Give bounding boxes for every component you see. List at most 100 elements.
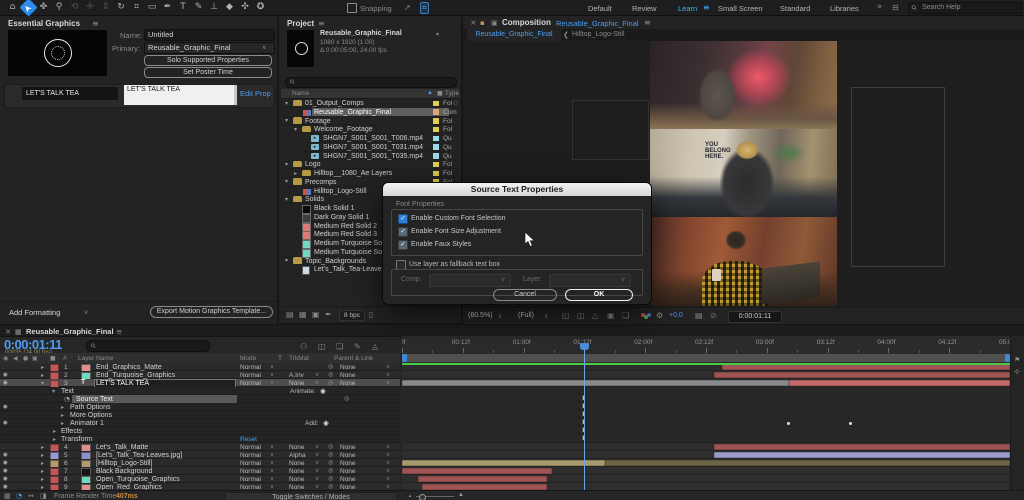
layer-name[interactable]: [Let's_Talk_Tea-Leaves.jpg] [96, 452, 182, 459]
eye-icon[interactable]: ◉ [3, 476, 8, 482]
brainstorm-icon[interactable]: ✎ [354, 342, 361, 351]
timeline-property-row[interactable]: ▾ Text Animate: ◉ [0, 387, 400, 395]
timeline-tab-name[interactable]: Reusable_Graphic_Final [26, 327, 114, 336]
label-color[interactable] [433, 135, 439, 141]
project-row[interactable]: ▾ 01_Output_Comps Fol ⚇ [281, 99, 459, 108]
keyframe-dot[interactable] [787, 421, 791, 425]
preview-time-field[interactable]: 0:00:01:11 [728, 310, 782, 323]
comp-button-icon[interactable]: ✜ [1014, 368, 1020, 376]
zoom-slider-handle[interactable] [419, 493, 426, 500]
type-tool[interactable]: T [177, 1, 190, 14]
show-snapshot-icon[interactable]: ⊘ [710, 311, 717, 320]
project-row[interactable]: ▸ Hilltop__1080_Ae Layers Fol [281, 169, 459, 178]
animator-menu-icon[interactable]: ◉ [320, 387, 326, 395]
draft-3d-icon[interactable]: ◔ [16, 492, 22, 500]
eg-name-input[interactable]: Untitled [144, 29, 275, 41]
dialog-checkbox[interactable]: ✓ [398, 240, 408, 250]
parent-dropdown[interactable]: None [340, 444, 356, 451]
close-icon[interactable]: × [5, 327, 11, 336]
type-column-header[interactable]: Type [445, 90, 459, 97]
pickwhip-icon[interactable]: ◎ [328, 467, 333, 474]
roto-brush-tool[interactable]: ✣ [239, 1, 252, 14]
workspace-tab-learn[interactable]: Learn [678, 4, 697, 13]
layer-duration-bar[interactable] [788, 380, 1010, 386]
expand-icon[interactable]: ▾ [285, 117, 288, 124]
expand-icon[interactable]: ▸ [41, 460, 44, 467]
layer-duration-bar[interactable] [402, 380, 789, 386]
add-formatting-dropdown[interactable]: Add Formatting [9, 308, 60, 317]
project-item-name[interactable]: SHGN7_S001_S001_T006.mp4 [323, 135, 423, 142]
mode-dropdown[interactable]: Normal [240, 380, 261, 387]
label-color[interactable] [433, 161, 439, 168]
workspace-tab-small-screen[interactable]: Small Screen [718, 4, 763, 13]
property-name[interactable]: Path Options [70, 404, 110, 411]
expand-icon[interactable]: ▸ [41, 364, 44, 371]
trkmat-column-header[interactable]: TrkMat [289, 355, 309, 362]
stopwatch-icon[interactable]: ◔ [64, 395, 70, 403]
project-item-name[interactable]: Reusable_Graphic_Final [314, 109, 391, 116]
exposure-gear-icon[interactable]: ⚙ [656, 311, 663, 320]
timeline-property-row[interactable]: ◉ ▸ Animator 1 Add: ◉ [0, 419, 400, 427]
property-name[interactable]: More Options [70, 412, 112, 419]
workspace-tab-standard[interactable]: Standard [780, 4, 810, 13]
new-composition-icon[interactable]: ▣ [312, 310, 320, 319]
pixel-aspect-icon[interactable]: ◫ [577, 311, 585, 320]
expand-icon[interactable]: ▾ [285, 196, 288, 203]
project-item-name[interactable]: Solids [305, 196, 324, 203]
show-channel-icon[interactable] [641, 313, 651, 320]
expand-icon[interactable]: ▸ [41, 372, 44, 379]
mode-dropdown[interactable]: Normal [240, 364, 261, 371]
close-icon[interactable]: × [470, 18, 477, 27]
eye-icon[interactable]: ◉ [3, 452, 8, 458]
mask-visibility-icon[interactable]: ❏ [622, 311, 629, 320]
transparency-grid-icon[interactable]: ▣ [607, 311, 615, 320]
layer-name[interactable]: End_Graphics_Matte [96, 364, 162, 371]
dolly-camera-tool[interactable]: ⇕ [99, 1, 112, 14]
parent-dropdown[interactable]: None [340, 460, 356, 467]
clone-stamp-tool[interactable]: ⊥ [208, 1, 221, 14]
label-color[interactable] [433, 109, 439, 115]
expand-icon[interactable]: ▸ [41, 476, 44, 483]
eraser-tool[interactable]: ◆ [223, 1, 236, 14]
timeline-layer-row[interactable]: ▸ 1 End_Graphics_Matte Normal ∨ ◎ None ∨ [0, 363, 400, 373]
name-column-header[interactable]: Name [292, 90, 309, 97]
exposure-value[interactable]: +0.0 [669, 312, 683, 319]
timeline-layer-row[interactable]: ▸ 4 Let's_Talk_Matte Normal ∨ None ∨ ◎ None ∨ [0, 443, 400, 453]
home-tool[interactable]: ⌂ [6, 1, 19, 14]
mode-dropdown[interactable]: Normal [240, 444, 261, 451]
project-item-name[interactable]: Medium Red Solid 3 [314, 231, 377, 238]
frame-blending-icon[interactable]: ◫ [318, 342, 326, 351]
label-color[interactable] [433, 170, 439, 176]
project-item-name[interactable]: Hilltop_Logo-Still [314, 188, 367, 195]
trkmat-dropdown[interactable]: None [289, 444, 305, 451]
parent-link-column-header[interactable]: Parent & Link [334, 355, 373, 362]
layer-name[interactable]: LET'S TALK TEA [96, 380, 149, 387]
expand-icon[interactable]: ▾ [285, 257, 288, 264]
timeline-layer-row[interactable]: ◉ ▸ 6 [Hilltop_Logo-Still] Normal ∨ None ∨ ◎ None… [0, 459, 400, 469]
label-color[interactable] [433, 144, 439, 150]
zoom-tool[interactable]: ⚲ [53, 1, 66, 14]
dialog-title[interactable]: Source Text Properties [383, 183, 651, 196]
panel-menu-icon[interactable]: ≡ [644, 18, 651, 27]
mode-dropdown[interactable]: Normal [240, 460, 261, 467]
resolution-dropdown[interactable]: (Full) [518, 312, 534, 319]
rotation-tool[interactable]: ↻ [115, 1, 128, 14]
expand-icon[interactable]: ▸ [41, 452, 44, 459]
expand-icon[interactable]: ▾ [41, 380, 44, 387]
layer-name[interactable]: Open_Turquoise_Graphics [96, 476, 180, 483]
panel-toggle-icon[interactable]: ⊟ [892, 3, 899, 12]
workspace-tab-libraries[interactable]: Libraries [830, 4, 859, 13]
parent-dropdown[interactable]: None [340, 476, 356, 483]
playhead-line[interactable] [584, 350, 586, 491]
interpret-footage-icon[interactable]: ▤ [286, 310, 294, 319]
magnification-dropdown[interactable]: (60.5%) [468, 312, 493, 319]
expand-icon[interactable]: ▾ [52, 388, 55, 395]
project-item-name[interactable]: 01_Output_Comps [305, 100, 364, 107]
parent-dropdown[interactable]: None [340, 364, 356, 371]
pickwhip-icon[interactable]: ◎ [328, 379, 333, 386]
playhead-handle[interactable] [579, 343, 589, 350]
property-group-name[interactable]: Transform [61, 436, 93, 443]
project-search-input[interactable] [285, 77, 457, 88]
pickwhip-icon[interactable]: ◎ [328, 475, 333, 482]
snapshot-camera-icon[interactable]: ▤ [695, 311, 703, 320]
